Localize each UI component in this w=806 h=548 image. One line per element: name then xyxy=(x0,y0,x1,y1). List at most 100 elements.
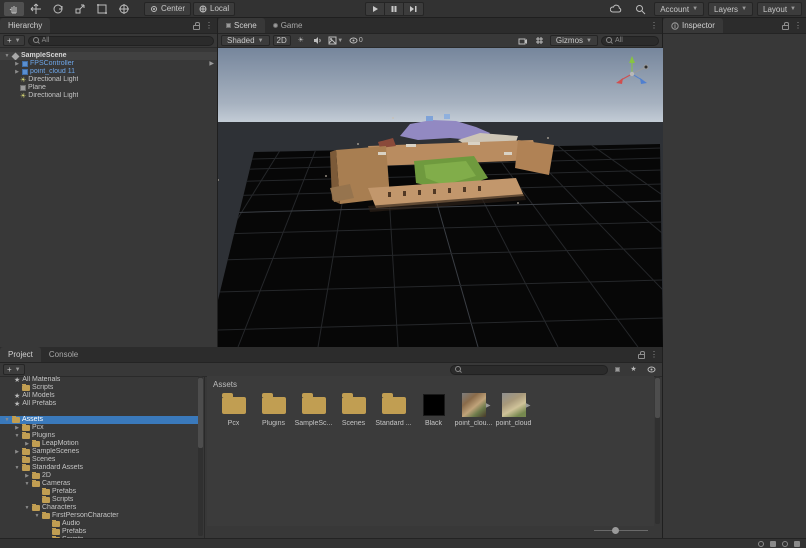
asset-tile[interactable]: Black xyxy=(414,392,453,427)
tree-item[interactable]: ▼ Characters xyxy=(0,504,200,512)
expand-arrow-icon[interactable]: ▼ xyxy=(24,480,30,488)
panel-menu-icon[interactable]: ⋮ xyxy=(650,351,658,359)
notifications-icon[interactable] xyxy=(782,541,788,547)
scale-tool-button[interactable] xyxy=(70,2,90,16)
hierarchy-item[interactable]: ▶ FPSController ▶ xyxy=(0,60,217,68)
project-search-input[interactable] xyxy=(450,365,608,375)
2d-toggle-button[interactable]: 2D xyxy=(273,35,291,46)
lock-icon[interactable] xyxy=(638,354,645,359)
panel-menu-icon[interactable]: ⋮ xyxy=(650,22,658,30)
tab-hierarchy[interactable]: Hierarchy xyxy=(0,18,50,33)
asset-tile[interactable]: Scenes xyxy=(334,392,373,427)
grid-settings-button[interactable] xyxy=(533,35,547,46)
gizmo-center[interactable] xyxy=(630,72,634,76)
tree-item[interactable]: Audio xyxy=(0,520,200,528)
tree-item[interactable]: ▼ Cameras xyxy=(0,480,200,488)
step-button[interactable] xyxy=(404,2,424,16)
lock-icon[interactable] xyxy=(193,25,200,30)
expand-arrow-icon[interactable]: ▶ xyxy=(14,424,20,432)
tree-item[interactable]: ▼ Plugins xyxy=(0,432,200,440)
favorite-item[interactable]: Scripts xyxy=(0,384,200,392)
expand-arrow-icon[interactable]: ▼ xyxy=(14,432,20,440)
lock-icon[interactable] xyxy=(782,25,789,30)
scene-search-input[interactable]: All xyxy=(601,36,659,46)
tab-console[interactable]: Console xyxy=(41,347,86,362)
tree-scrollbar[interactable] xyxy=(198,376,203,536)
tree-scrollbar-thumb[interactable] xyxy=(198,378,203,448)
pivot-toggle-button[interactable]: Center xyxy=(144,2,191,16)
tree-item[interactable]: Prefabs xyxy=(0,528,200,536)
expand-arrow-icon[interactable]: ▼ xyxy=(4,416,10,424)
camera-settings-button[interactable] xyxy=(516,35,530,46)
tab-scene[interactable]: Scene xyxy=(218,18,265,33)
activity-icon[interactable] xyxy=(794,541,800,547)
expand-arrow-icon[interactable]: ▶ xyxy=(14,60,20,68)
scene-visibility-button[interactable]: 0 xyxy=(347,35,365,46)
hierarchy-item[interactable]: ▶ point_cloud 11 xyxy=(0,68,217,76)
panel-menu-icon[interactable]: ⋮ xyxy=(794,22,802,30)
expand-asset-arrow-icon[interactable]: ▶ xyxy=(486,402,491,409)
audio-toggle-button[interactable] xyxy=(311,35,325,46)
search-by-label-button[interactable]: ★ xyxy=(627,364,640,375)
scene-viewport[interactable] xyxy=(218,48,663,347)
tree-item[interactable]: ▶ SampleScenes xyxy=(0,448,200,456)
tab-project[interactable]: Project xyxy=(0,347,41,362)
favorite-item[interactable]: ★ All Prefabs xyxy=(0,400,200,408)
tree-item[interactable]: ▶ Pcx xyxy=(0,424,200,432)
gizmos-dropdown[interactable]: Gizmos ▼ xyxy=(550,35,598,46)
expand-arrow-icon[interactable]: ▼ xyxy=(4,52,10,60)
search-by-type-button[interactable] xyxy=(611,364,624,375)
cloud-collab-button[interactable] xyxy=(606,2,626,16)
tree-item-assets[interactable]: ▼ Assets xyxy=(0,416,200,424)
hidden-packages-button[interactable] xyxy=(643,364,659,375)
expand-arrow-icon[interactable]: ▼ xyxy=(34,512,40,520)
expand-arrow-icon[interactable]: ▼ xyxy=(24,504,30,512)
tab-inspector[interactable]: Inspector xyxy=(663,18,723,33)
hierarchy-search-input[interactable]: All xyxy=(28,36,214,46)
thumbnail-zoom-slider[interactable] xyxy=(594,526,648,534)
transform-tool-button[interactable] xyxy=(114,2,134,16)
account-dropdown[interactable]: Account ▼ xyxy=(654,2,704,16)
panel-menu-icon[interactable]: ⋮ xyxy=(205,22,213,30)
rect-tool-button[interactable] xyxy=(92,2,112,16)
tree-item[interactable]: Scripts xyxy=(0,496,200,504)
pause-button[interactable] xyxy=(385,2,404,16)
assets-scrollbar-thumb[interactable] xyxy=(655,378,660,418)
expand-asset-arrow-icon[interactable]: ▶ xyxy=(526,402,531,409)
hierarchy-item-scene[interactable]: ▼ SampleScene xyxy=(0,52,217,60)
hierarchy-item[interactable]: Plane xyxy=(0,84,217,92)
tree-item[interactable]: ▼ FirstPersonCharacter xyxy=(0,512,200,520)
move-tool-button[interactable] xyxy=(26,2,46,16)
tree-item[interactable]: ▼ Standard Assets xyxy=(0,464,200,472)
progress-icon[interactable] xyxy=(758,541,764,547)
console-icon[interactable] xyxy=(770,541,776,547)
expand-arrow-icon[interactable]: ▶ xyxy=(14,68,20,76)
expand-arrow-icon[interactable]: ▶ xyxy=(24,440,30,448)
tab-game[interactable]: Game xyxy=(265,18,311,33)
create-asset-button[interactable]: + ▼ xyxy=(3,364,25,375)
layout-dropdown[interactable]: Layout ▼ xyxy=(757,2,802,16)
assets-scrollbar[interactable] xyxy=(655,376,660,524)
rotate-tool-button[interactable] xyxy=(48,2,68,16)
asset-tile[interactable]: SampleSc... xyxy=(294,392,333,427)
lighting-toggle-button[interactable]: ☀ xyxy=(294,35,308,46)
space-toggle-button[interactable]: Local xyxy=(193,2,235,16)
tree-item[interactable]: Prefabs xyxy=(0,488,200,496)
prefab-open-chevron-icon[interactable]: ▶ xyxy=(209,60,214,68)
asset-tile[interactable]: Standard ... xyxy=(374,392,413,427)
tree-item[interactable]: Scenes xyxy=(0,456,200,464)
hand-tool-button[interactable] xyxy=(4,2,24,16)
expand-arrow-icon[interactable]: ▶ xyxy=(24,472,30,480)
asset-tile[interactable]: Plugins xyxy=(254,392,293,427)
zoom-slider-knob[interactable] xyxy=(612,527,619,534)
hierarchy-item[interactable]: ☀ Directional Light xyxy=(0,92,217,100)
favorite-item[interactable]: ★ All Materials xyxy=(0,376,200,384)
play-button[interactable] xyxy=(365,2,385,16)
layers-dropdown[interactable]: Layers ▼ xyxy=(708,2,753,16)
services-button[interactable] xyxy=(630,2,650,16)
asset-tile[interactable]: ▶ point_cloud xyxy=(494,392,533,427)
expand-arrow-icon[interactable]: ▼ xyxy=(14,464,20,472)
effects-dropdown[interactable]: ▼ xyxy=(328,35,344,46)
asset-tile[interactable]: ▶ point_clou... xyxy=(454,392,493,427)
draw-mode-dropdown[interactable]: Shaded ▼ xyxy=(221,35,270,46)
